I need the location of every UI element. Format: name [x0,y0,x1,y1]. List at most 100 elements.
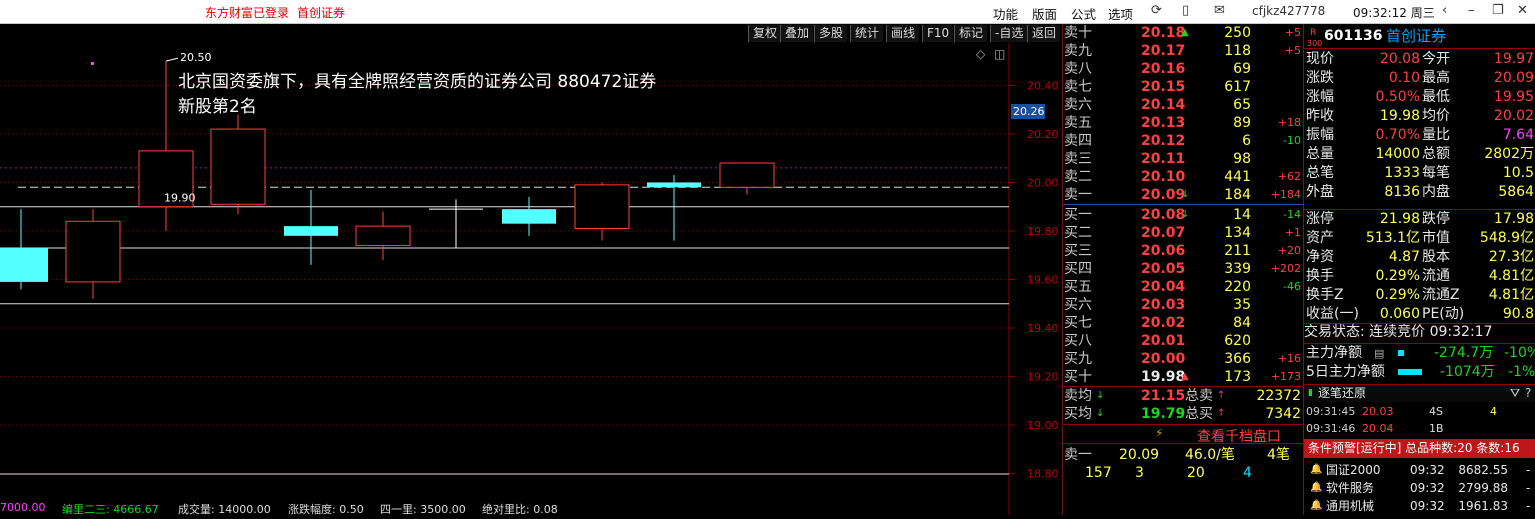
mail-icon[interactable]: ✉ [1214,3,1225,18]
asks-row[interactable]: 卖三 20.11 98 [1063,150,1304,168]
menu-function[interactable]: 功能 [993,4,1018,23]
tb-fuquan-button[interactable]: 复权 [748,25,782,42]
quote-label: 股本 [1422,249,1450,265]
bids-row[interactable]: 买五 20.04 220 -46 [1063,278,1304,296]
index-row[interactable]: 🔔 国证2000 09:32 8682.55 - [1304,461,1535,479]
quote-row: 总量 14000 总额 2802万 [1304,145,1535,164]
tick-title: 逐笔还原 [1318,386,1367,400]
help-icon[interactable]: ? [1525,385,1531,402]
tb-stats-button[interactable]: 统计 [850,25,884,42]
menu-formula[interactable]: 公式 [1071,4,1096,23]
tb-overlay-button[interactable]: 叠加 [780,25,814,42]
quote-value: 4.81亿 [1488,287,1534,303]
quote-label: 均价 [1422,108,1450,124]
arrow-icon: ↓ [1181,209,1190,220]
asks-row[interactable]: 卖二 20.10 441 +62 [1063,168,1304,186]
index-row[interactable]: 🔔 软件服务 09:32 2799.88 - [1304,479,1535,497]
detail-row: 卖一 20.09 46.0/笔 4笔 [1063,446,1304,464]
bids-label: 买二 [1064,225,1092,241]
asks-change: +62 [1277,170,1301,183]
alert-bar[interactable]: 条件预警[运行中] 总品种数:20 条数:16 [1304,439,1535,458]
asks-volume: 184 [1224,187,1251,203]
asks-row[interactable]: 卖九 20.17 118 +5 [1063,42,1304,60]
flow-bar [1398,350,1404,356]
ask-avg-row: 卖均 ↓ 21.15 总卖 ↑ 22372 [1063,387,1304,405]
index-trunc: - [1526,463,1531,477]
candle-body [647,182,701,188]
minimize-icon[interactable]: – [1468,3,1475,18]
asks-price: 20.13 [1141,115,1186,131]
refresh-icon[interactable]: ⟳ [1151,3,1162,18]
broker-name[interactable]: 首创证券 [297,4,345,21]
bids-row[interactable]: 买九 20.00 366 +16 [1063,350,1304,368]
filter-icon[interactable]: ⛛ [1510,385,1520,402]
detail-label: 卖一 [1064,447,1092,463]
asks-change: +5 [1284,26,1301,39]
asks-row[interactable]: 卖四 20.12 6 -10 [1063,132,1304,150]
menu-options[interactable]: 选项 [1108,4,1133,23]
bids-row[interactable]: 买六 20.03 35 [1063,296,1304,314]
bids-volume: 134 [1224,225,1251,241]
view-thousand-button[interactable]: ⚡ 查看千档盘口 [1063,426,1304,445]
bids-label: 买九 [1064,351,1092,367]
bids-row[interactable]: 买一 20.08 ↓ 14 -14 [1063,206,1304,224]
quote-label: 总笔 [1306,165,1334,181]
bids-row[interactable]: 买七 20.02 84 [1063,314,1304,332]
quote-label: 内盘 [1422,184,1450,200]
quote-value: 7.64 [1502,127,1534,143]
asks-price: 20.11 [1141,151,1186,167]
tb-draw-button[interactable]: 画线 [886,25,920,42]
bids-row[interactable]: 买二 20.07 134 +1 [1063,224,1304,242]
down-arrow-icon: ↓ [1096,390,1105,401]
menu-layout[interactable]: 版面 [1032,4,1057,23]
bids-row[interactable]: 买三 20.06 211 +20 [1063,242,1304,260]
tick-header[interactable]: ▮ 逐笔还原 ⛛ ? [1304,385,1535,402]
bids-row[interactable]: 买四 20.05 339 +202 [1063,260,1304,278]
detail-num: 157 [1085,465,1112,481]
main-flow-row: 主力净额 ▤ -274.7万 -10% [1304,344,1535,363]
tb-back-button[interactable]: 返回 [1027,25,1060,42]
asks-row[interactable]: 卖八 20.16 69 [1063,60,1304,78]
tb-multi-button[interactable]: 多股 [814,25,848,42]
candle-body [210,128,266,205]
phone-icon[interactable]: ▯ [1182,3,1189,18]
bids-change: +20 [1277,244,1301,257]
quote-row: 外盘 8136 内盘 5864 [1304,183,1535,202]
tb-watchlist-button[interactable]: -自选 [990,25,1028,42]
index-row[interactable]: 🔔 通用机械 09:32 1961.83 - [1304,497,1535,515]
account-id[interactable]: cfjkz427778 [1252,4,1325,18]
tb-mark-button[interactable]: 标记 [954,25,988,42]
asks-row[interactable]: 卖七 20.15 617 [1063,78,1304,96]
quote-value: 20.02 [1493,108,1534,124]
stock-code[interactable]: 601136 [1324,27,1382,46]
quote-value: 14000 [1375,146,1420,162]
detail-count: 4笔 [1267,447,1290,463]
back-icon[interactable]: ‹ [1442,3,1447,18]
bids-row[interactable]: 买十 19.98 ▲ 173 +173 [1063,368,1304,386]
asks-row[interactable]: 卖十 20.18 ▲ 250 +5 [1063,24,1304,42]
panel-toggle-icon[interactable]: ◫ [994,47,1005,61]
diamond-icon[interactable]: ◇ [976,47,985,61]
stock-name[interactable]: 首创证券 [1386,27,1446,46]
bids-price: 20.02 [1141,315,1186,331]
chart-toolbar: 复权 叠加 多股 统计 画线 F10 标记 -自选 返回 [0,24,1060,43]
quote-label: PE(动) [1422,306,1465,322]
low-label: 19.90 [164,192,196,205]
close-icon[interactable]: ✕ [1517,3,1528,18]
bids-price: 20.06 [1141,243,1186,259]
ask-avg-label: 卖均 [1064,388,1092,404]
list-icon[interactable]: ▤ [1374,344,1384,363]
kline-chart[interactable]: 20.40 20.20 20.00 19.80 19.60 19.40 19.20 19.00… [0,43,1060,515]
bids-row[interactable]: 买八 20.01 620 [1063,332,1304,350]
main-flow-pct: -10% [1504,345,1535,361]
tb-f10-button[interactable]: F10 [922,25,954,42]
asks-row[interactable]: 卖五 20.13 89 +18 [1063,114,1304,132]
candlestick-svg[interactable]: 20.40 20.20 20.00 19.80 19.60 19.40 19.20 19.00… [0,43,1060,515]
asks-label: 卖四 [1064,133,1092,149]
asks-row[interactable]: 卖六 20.14 65 [1063,96,1304,114]
quote-row: 昨收 19.98 均价 20.02 [1304,107,1535,126]
quote-value: 548.9亿 [1479,230,1534,246]
index-name: 软件服务 [1326,481,1375,495]
asks-row[interactable]: 卖一 20.09 ↓ 184 +184 [1063,186,1304,204]
maximize-icon[interactable]: ❐ [1492,3,1504,18]
